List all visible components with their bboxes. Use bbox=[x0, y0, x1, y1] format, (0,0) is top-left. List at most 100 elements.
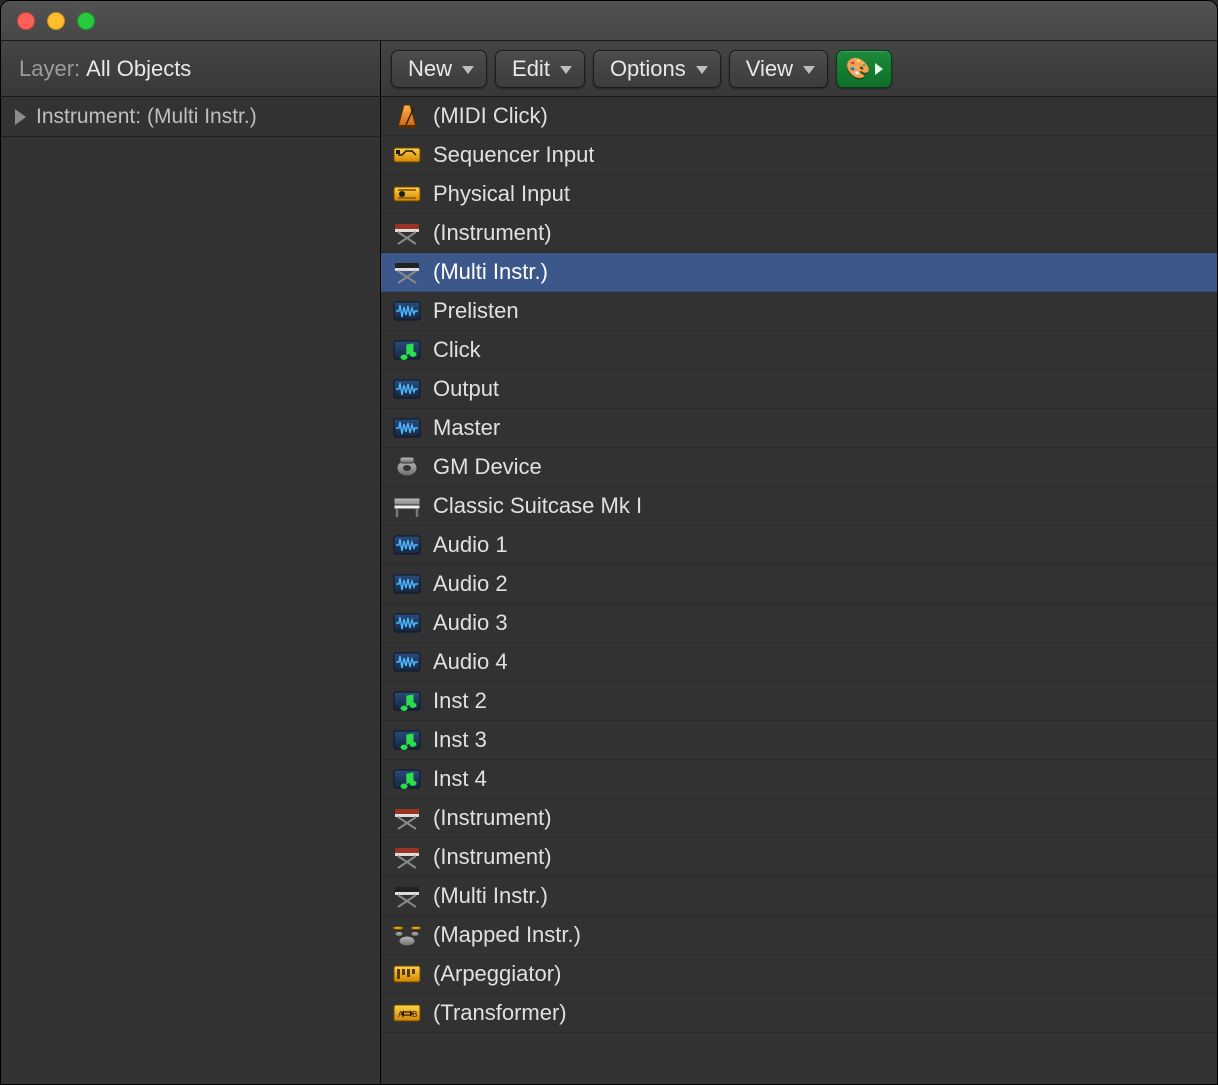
object-row[interactable]: GM Device bbox=[381, 448, 1217, 487]
wave-icon bbox=[391, 297, 423, 325]
window-controls bbox=[17, 12, 95, 30]
layer-selector[interactable]: Layer: All Objects bbox=[1, 41, 380, 97]
object-label: Classic Suitcase Mk I bbox=[433, 493, 642, 519]
object-row[interactable]: Audio 4 bbox=[381, 643, 1217, 682]
options-menu-label: Options bbox=[610, 56, 686, 82]
metronome-icon bbox=[391, 102, 423, 130]
object-row[interactable]: (Multi Instr.) bbox=[381, 877, 1217, 916]
object-label: Output bbox=[433, 376, 499, 402]
keystand2-icon bbox=[391, 882, 423, 910]
object-row[interactable]: (Mapped Instr.) bbox=[381, 916, 1217, 955]
object-label: Inst 2 bbox=[433, 688, 487, 714]
keystand-icon bbox=[391, 843, 423, 871]
piano-icon bbox=[391, 492, 423, 520]
object-row[interactable]: (Instrument) bbox=[381, 799, 1217, 838]
speaker-icon bbox=[391, 453, 423, 481]
seq-icon bbox=[391, 141, 423, 169]
object-row[interactable]: (MIDI Click) bbox=[381, 97, 1217, 136]
color-palette-button[interactable]: 🎨 bbox=[836, 50, 892, 88]
object-label: (Multi Instr.) bbox=[433, 883, 548, 909]
main-panel: New Edit Options View 🎨 bbox=[381, 41, 1217, 1084]
object-row[interactable]: Inst 4 bbox=[381, 760, 1217, 799]
object-label: Audio 2 bbox=[433, 571, 508, 597]
options-menu-button[interactable]: Options bbox=[593, 50, 721, 88]
object-row[interactable]: Output bbox=[381, 370, 1217, 409]
object-row[interactable]: (Arpeggiator) bbox=[381, 955, 1217, 994]
chevron-right-icon bbox=[875, 63, 883, 75]
view-menu-label: View bbox=[746, 56, 793, 82]
object-row[interactable]: Inst 2 bbox=[381, 682, 1217, 721]
object-row[interactable]: (Instrument) bbox=[381, 838, 1217, 877]
wave-icon bbox=[391, 570, 423, 598]
xform-icon bbox=[391, 999, 423, 1027]
object-label: (Mapped Instr.) bbox=[433, 922, 581, 948]
note-icon bbox=[391, 765, 423, 793]
note-icon bbox=[391, 336, 423, 364]
object-row[interactable]: Classic Suitcase Mk I bbox=[381, 487, 1217, 526]
object-label: (Arpeggiator) bbox=[433, 961, 561, 987]
note-icon bbox=[391, 726, 423, 754]
close-window-button[interactable] bbox=[17, 12, 35, 30]
object-label: Sequencer Input bbox=[433, 142, 594, 168]
object-label: (Multi Instr.) bbox=[433, 259, 548, 285]
chevron-down-icon bbox=[462, 66, 474, 74]
minimize-window-button[interactable] bbox=[47, 12, 65, 30]
wave-icon bbox=[391, 648, 423, 676]
environment-window: Layer: All Objects Instrument: (Multi In… bbox=[0, 0, 1218, 1085]
object-row[interactable]: (Instrument) bbox=[381, 214, 1217, 253]
object-row[interactable]: Inst 3 bbox=[381, 721, 1217, 760]
keystand-icon bbox=[391, 804, 423, 832]
object-label: (Instrument) bbox=[433, 220, 552, 246]
object-list[interactable]: (MIDI Click) Sequencer Input Physical Inpu… bbox=[381, 97, 1217, 1084]
edit-menu-button[interactable]: Edit bbox=[495, 50, 585, 88]
zoom-window-button[interactable] bbox=[77, 12, 95, 30]
inspector-sidebar: Layer: All Objects Instrument: (Multi In… bbox=[1, 41, 381, 1084]
inspector-row[interactable]: Instrument: (Multi Instr.) bbox=[1, 97, 380, 137]
keystand2-icon bbox=[391, 258, 423, 286]
phys-icon bbox=[391, 180, 423, 208]
object-label: Inst 3 bbox=[433, 727, 487, 753]
keystand-icon bbox=[391, 219, 423, 247]
object-row[interactable]: (Transformer) bbox=[381, 994, 1217, 1033]
palette-icon: 🎨 bbox=[846, 59, 871, 79]
window-body: Layer: All Objects Instrument: (Multi In… bbox=[1, 41, 1217, 1084]
object-label: Prelisten bbox=[433, 298, 519, 324]
wave-icon bbox=[391, 609, 423, 637]
chevron-down-icon bbox=[696, 66, 708, 74]
layer-label: Layer: bbox=[19, 56, 80, 82]
chevron-down-icon bbox=[803, 66, 815, 74]
drums-icon bbox=[391, 921, 423, 949]
view-menu-button[interactable]: View bbox=[729, 50, 828, 88]
object-row[interactable]: Audio 3 bbox=[381, 604, 1217, 643]
note-icon bbox=[391, 687, 423, 715]
object-label: (MIDI Click) bbox=[433, 103, 548, 129]
object-row[interactable]: Prelisten bbox=[381, 292, 1217, 331]
object-row[interactable]: (Multi Instr.) bbox=[381, 253, 1217, 292]
disclosure-triangle-icon[interactable] bbox=[15, 109, 26, 125]
object-row[interactable]: Sequencer Input bbox=[381, 136, 1217, 175]
object-label: (Instrument) bbox=[433, 805, 552, 831]
object-row[interactable]: Physical Input bbox=[381, 175, 1217, 214]
object-row[interactable]: Click bbox=[381, 331, 1217, 370]
wave-icon bbox=[391, 531, 423, 559]
title-bar[interactable] bbox=[1, 1, 1217, 41]
object-row[interactable]: Audio 2 bbox=[381, 565, 1217, 604]
toolbar: New Edit Options View 🎨 bbox=[381, 41, 1217, 97]
object-label: Inst 4 bbox=[433, 766, 487, 792]
wave-icon bbox=[391, 414, 423, 442]
chevron-down-icon bbox=[560, 66, 572, 74]
inspector-value: (Multi Instr.) bbox=[147, 105, 257, 129]
object-label: Audio 4 bbox=[433, 649, 508, 675]
object-row[interactable]: Master bbox=[381, 409, 1217, 448]
wave-icon bbox=[391, 375, 423, 403]
layer-value: All Objects bbox=[86, 56, 191, 82]
edit-menu-label: Edit bbox=[512, 56, 550, 82]
object-label: GM Device bbox=[433, 454, 542, 480]
object-label: (Instrument) bbox=[433, 844, 552, 870]
object-label: Click bbox=[433, 337, 481, 363]
object-label: Master bbox=[433, 415, 500, 441]
object-label: Audio 1 bbox=[433, 532, 508, 558]
new-menu-button[interactable]: New bbox=[391, 50, 487, 88]
object-row[interactable]: Audio 1 bbox=[381, 526, 1217, 565]
arp-icon bbox=[391, 960, 423, 988]
